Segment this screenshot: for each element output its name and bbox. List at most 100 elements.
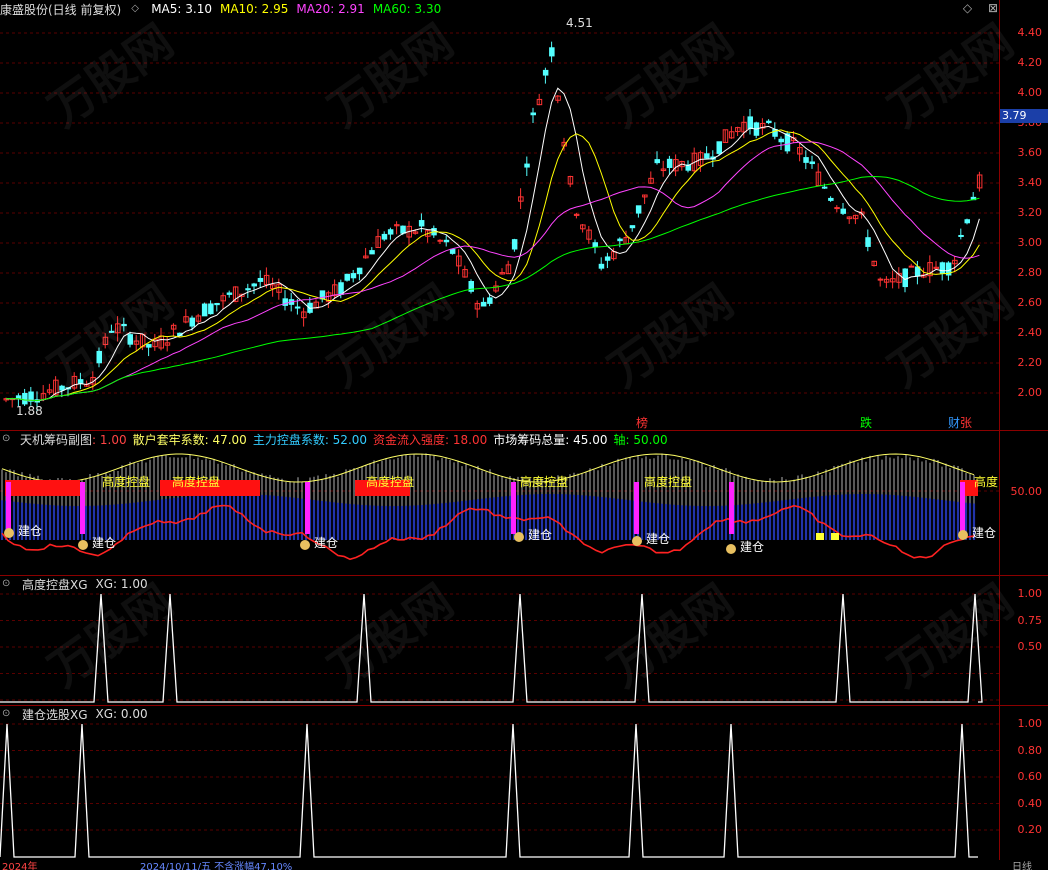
candle-body (654, 159, 660, 164)
candle-body (704, 153, 710, 159)
current-price-badge: 3.79 (1000, 109, 1048, 123)
high-price-label: 4.51 (566, 16, 593, 30)
candle-body (226, 292, 233, 295)
indicator-title-value: : 1.00 (92, 432, 127, 447)
build-signal-bar (511, 482, 516, 534)
axis-tick: 3.00 (1017, 236, 1043, 249)
candle-body (617, 238, 623, 242)
high-control-label: 高度控盘 (644, 475, 693, 489)
axis-tick-50: 50.00 (1010, 485, 1043, 498)
money-bag-icon (78, 540, 88, 550)
axis-tick: 2.60 (1017, 296, 1043, 309)
axis-tick: 3.20 (1017, 206, 1043, 219)
candle-body (629, 225, 636, 229)
candle-body (530, 112, 536, 116)
signal-spike-line (0, 593, 983, 703)
candlestick-plot[interactable] (0, 0, 1000, 430)
indicator-title[interactable]: 天机筹码副图 (20, 431, 92, 448)
candle-body (716, 141, 722, 154)
axis-tick: 4.00 (1017, 86, 1043, 99)
low-price-label: 1.88 (16, 404, 43, 418)
candle-body (400, 225, 406, 234)
candle-body (344, 273, 350, 281)
yellow-marker (816, 533, 824, 540)
axis-tick: 0.60 (1017, 770, 1043, 783)
ma60-label: MA60: 3.30 (372, 2, 442, 16)
high-control-xg-axis: 1.00 0.75 0.50 (999, 575, 1048, 705)
axis-tick: 0.40 (1017, 796, 1043, 810)
event-marker-bang[interactable]: 榜 (634, 414, 650, 431)
candle-body (96, 350, 102, 364)
axis-tick: 2.80 (1017, 266, 1043, 279)
candle-body (834, 207, 840, 210)
high-control-xg-panel[interactable]: ⊙ 高度控盘XG XG: 1.00 1.00 0.75 0.50 (0, 575, 1048, 706)
axis-tick: 0.80 (1017, 743, 1043, 757)
collapse-icon[interactable]: ◇ (131, 3, 143, 15)
candle-body (604, 256, 611, 261)
candle-body (22, 392, 28, 405)
axis-tick: 4.20 (1017, 56, 1043, 69)
build-position-xg-panel[interactable]: ⊙ 建仓选股XG XG: 0.00 1.00 0.80 0.60 0.40 0.20 (0, 705, 1048, 860)
candle-body (828, 197, 834, 201)
date-info-label: 2024/10/11/五 不含涨幅47.10% (140, 862, 293, 870)
candle-body (747, 116, 753, 130)
candle-body (251, 283, 257, 287)
date-axis-bar: 2024年 2024/10/11/五 不含涨幅47.10% 日线 (0, 860, 1048, 870)
main-chart-panel[interactable]: 康盛股份(日线 前复权) ◇ MA5: 3.10 MA10: 2.95 MA20… (0, 0, 1048, 431)
build-position-label: 建仓 (314, 536, 339, 550)
money-bag-icon (514, 532, 524, 542)
high-control-xg-plot[interactable] (0, 575, 1000, 705)
candle-body (598, 263, 605, 269)
collapse-icon[interactable]: ⊙ (2, 708, 14, 720)
high-control-xg-value: XG: 1.00 (95, 577, 148, 591)
money-bag-icon (4, 528, 14, 538)
chip-indicator-plot[interactable] (0, 430, 1000, 575)
axis-tick: 2.00 (1017, 386, 1043, 399)
candle-body (908, 265, 915, 268)
candle-body (766, 120, 772, 124)
fund-inflow-line (1, 504, 975, 561)
stock-title[interactable]: 康盛股份(日线 前复权) (0, 1, 121, 18)
candle-body (449, 248, 456, 254)
build-position-xg-title[interactable]: 建仓选股XG (22, 706, 88, 723)
candle-body (146, 344, 152, 348)
axis-tick: 0.50 (1017, 640, 1043, 653)
build-position-xg-plot[interactable] (0, 705, 1000, 860)
collapse-icon[interactable]: ⊙ (2, 578, 14, 590)
high-control-zone (5, 480, 80, 496)
candle-body (964, 219, 970, 224)
candle-body (803, 157, 809, 163)
chip-indicator-panel[interactable]: ⊙ 天机筹码副图: 1.00 散户套牢系数: 47.00 主力控盘系数: 52.… (0, 430, 1048, 576)
high-control-xg-title[interactable]: 高度控盘XG (22, 576, 88, 593)
main-chart-header: 康盛股份(日线 前复权) ◇ MA5: 3.10 MA10: 2.95 MA20… (0, 0, 441, 18)
candle-body (487, 297, 493, 304)
event-marker-zhang[interactable]: 张 (958, 414, 974, 431)
candle-body (208, 303, 214, 315)
candle-body (821, 186, 828, 189)
event-marker-die[interactable]: 跌 (858, 414, 874, 431)
money-bag-icon (300, 540, 310, 550)
yellow-marker (831, 533, 839, 540)
axis-label: 轴: 50.00 (613, 432, 668, 447)
build-signal-bar (80, 482, 85, 534)
candle-body (865, 237, 871, 247)
build-signal-bar (305, 482, 310, 534)
candle-body (549, 47, 555, 57)
build-signal-bar (960, 482, 965, 534)
ma10-line (5, 129, 980, 402)
candle-body (201, 303, 208, 317)
high-control-label: 高度控盘 (520, 475, 569, 489)
money-bag-icon (726, 544, 736, 554)
candle-body (350, 273, 357, 279)
candle-body (121, 323, 127, 327)
ma20-label: MA20: 2.91 (296, 2, 365, 16)
candle-body (877, 278, 884, 281)
ma10-label: MA10: 2.95 (219, 2, 289, 16)
chip-indicator-header: ⊙ 天机筹码副图: 1.00 散户套牢系数: 47.00 主力控盘系数: 52.… (0, 430, 668, 448)
build-position-xg-value: XG: 0.00 (95, 707, 148, 721)
collapse-icon[interactable]: ⊙ (2, 433, 14, 445)
axis-tick: 2.40 (1017, 326, 1043, 339)
candle-body (356, 267, 363, 275)
candle-body (77, 379, 84, 384)
candle-body (127, 334, 133, 345)
